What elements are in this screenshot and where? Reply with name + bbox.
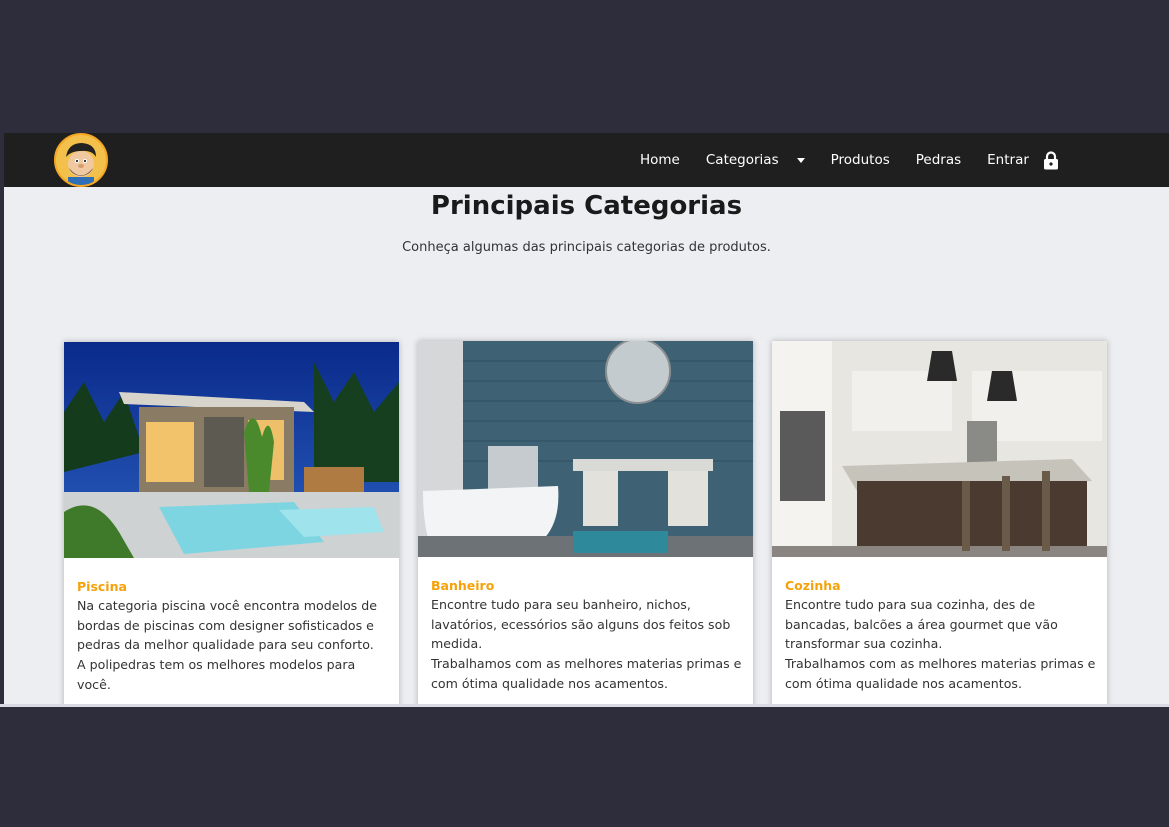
card-text: Encontre tudo para sua cozinha, des de b…: [785, 597, 1096, 691]
nav-home[interactable]: Home: [640, 152, 680, 168]
card-text: Na categoria piscina você encontra model…: [77, 598, 377, 692]
card-body: Piscina Na categoria piscina você encont…: [77, 579, 389, 695]
card-image-piscina: [64, 342, 399, 558]
nav-pedras[interactable]: Pedras: [916, 152, 961, 168]
card-title: Cozinha: [785, 578, 841, 593]
chevron-down-icon: [796, 157, 805, 163]
card-title: Piscina: [77, 579, 127, 594]
card-title: Banheiro: [431, 578, 495, 593]
page-title: Principais Categorias: [430, 191, 743, 221]
site-logo[interactable]: [54, 133, 108, 187]
browser-viewport: Home Categorias Produtos Pedras Entrar P…: [4, 133, 1169, 707]
card-body: Banheiro Encontre tudo para seu banheiro…: [431, 578, 743, 694]
navbar: Home Categorias Produtos Pedras Entrar: [4, 133, 1169, 187]
nav-categorias[interactable]: Categorias: [706, 152, 805, 168]
nav-links: Home Categorias Produtos Pedras Entrar: [640, 133, 1059, 187]
card-image-banheiro: [418, 341, 753, 557]
category-card-banheiro[interactable]: Banheiro Encontre tudo para seu banheiro…: [418, 341, 753, 707]
category-card-cozinha[interactable]: Cozinha Encontre tudo para sua cozinha, …: [772, 341, 1107, 707]
lock-icon[interactable]: [1043, 150, 1059, 170]
nav-categorias-label: Categorias: [705, 152, 779, 168]
logo-avatar: [56, 135, 106, 185]
nav-entrar[interactable]: Entrar: [987, 152, 1029, 168]
card-image-cozinha: [772, 341, 1107, 557]
category-card-piscina[interactable]: Piscina Na categoria piscina você encont…: [64, 342, 399, 707]
window-bottom-edge: [0, 704, 1169, 707]
page-subtitle: Conheça algumas das principais categoria…: [402, 240, 771, 255]
card-text: Encontre tudo para seu banheiro, nichos,…: [431, 597, 742, 691]
card-body: Cozinha Encontre tudo para sua cozinha, …: [785, 578, 1097, 694]
nav-produtos[interactable]: Produtos: [831, 152, 890, 168]
